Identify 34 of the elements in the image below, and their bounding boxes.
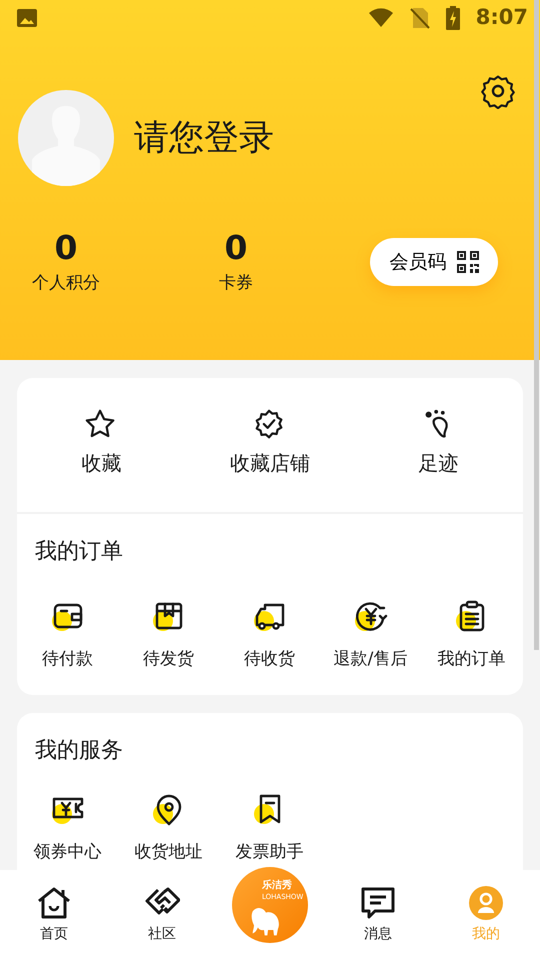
qr-code-icon — [456, 251, 478, 273]
wifi-icon — [368, 8, 394, 28]
image-icon — [16, 8, 38, 28]
scrollbar[interactable] — [534, 0, 539, 650]
order-status-label[interactable]: 退款/售后 — [334, 647, 408, 673]
service-label[interactable]: 收货地址 — [134, 840, 202, 866]
order-status-label[interactable]: 待发货 — [143, 647, 194, 673]
order-status-label[interactable]: 待付款 — [42, 647, 93, 673]
message-icon — [360, 886, 396, 920]
service-label[interactable]: 发票助手 — [236, 840, 304, 866]
section-title: 我的订单 — [34, 538, 124, 566]
nav-tab[interactable]: 消息 — [324, 870, 432, 960]
order-status-label[interactable]: 我的订单 — [438, 647, 506, 673]
battery-icon — [446, 6, 460, 30]
settings-icon[interactable] — [480, 73, 516, 109]
nav-tab[interactable]: 首页 — [0, 870, 108, 960]
section-title: 我的服务 — [34, 736, 124, 765]
stat-label: 卡券 — [218, 272, 254, 294]
logo-text: 乐洁秀 — [262, 881, 292, 891]
shortcut-label[interactable]: 收藏 — [81, 448, 122, 478]
clock-time: 8:07 — [476, 4, 528, 32]
stat-label: 个人积分 — [31, 272, 101, 294]
shortcut-label[interactable]: 足迹 — [418, 448, 459, 478]
no-sim-icon — [410, 7, 430, 29]
service-label[interactable]: 领券中心 — [34, 840, 102, 866]
shortcut-label[interactable]: 收藏店铺 — [230, 448, 310, 478]
home-icon — [36, 886, 72, 920]
stat-value: 0 — [54, 230, 78, 266]
login-prompt[interactable]: 请您登录 — [134, 117, 274, 159]
nav-tab[interactable]: 社区 — [108, 870, 216, 960]
stat-value: 0 — [224, 230, 248, 266]
profile-icon — [469, 886, 503, 920]
member-code-button[interactable]: 会员码 — [370, 238, 498, 286]
order-status-label[interactable]: 待收货 — [244, 647, 295, 673]
